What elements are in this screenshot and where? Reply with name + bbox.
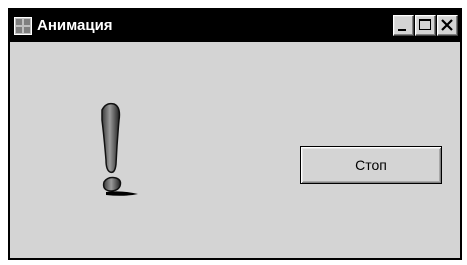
title-bar[interactable]: Анимация [10, 10, 460, 42]
app-window-icon [14, 17, 32, 35]
caption-buttons [393, 15, 458, 36]
exclamation-icon [101, 102, 138, 196]
maximize-icon [419, 19, 431, 30]
animation-window: Анимация Стоп [8, 8, 462, 260]
minimize-icon [398, 29, 406, 31]
maximize-button[interactable] [415, 15, 436, 36]
minimize-button[interactable] [393, 15, 414, 36]
stop-button[interactable]: Стоп [300, 146, 442, 184]
window-title: Анимация [37, 17, 113, 34]
close-button[interactable] [437, 15, 458, 36]
close-icon [441, 19, 453, 31]
client-area: Стоп [10, 42, 460, 258]
